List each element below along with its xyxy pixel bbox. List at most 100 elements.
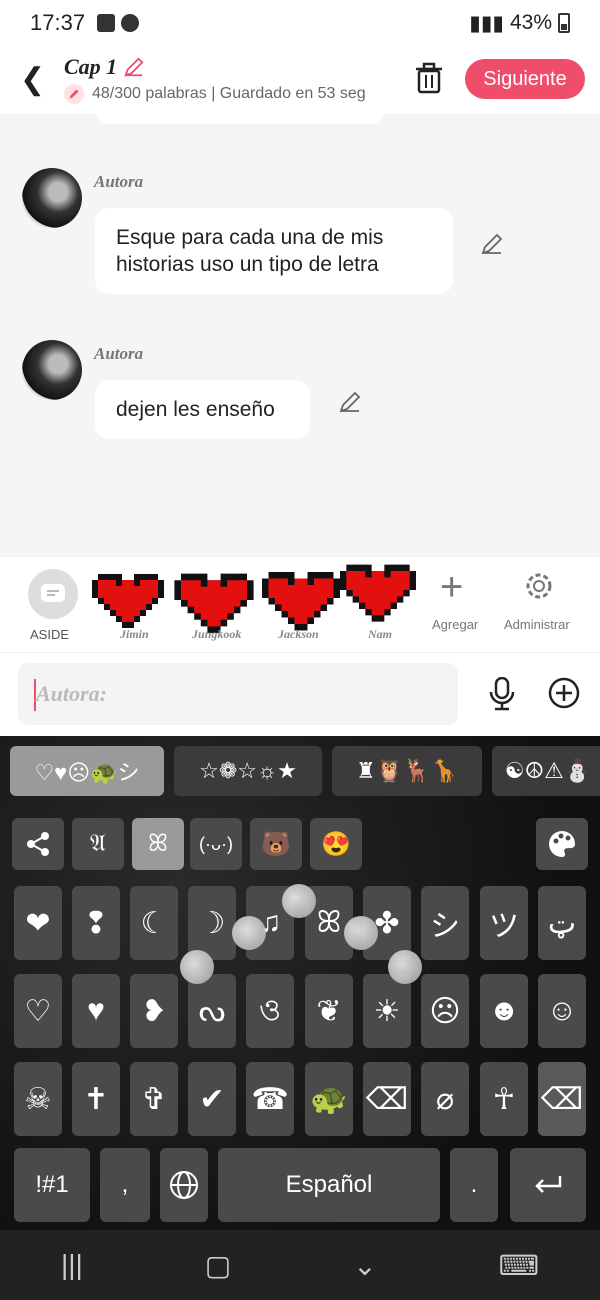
symbol-key[interactable]: ❦	[305, 974, 353, 1048]
avatar[interactable]	[22, 340, 82, 400]
symbol-key[interactable]: ☹	[421, 974, 469, 1048]
chapter-title-block: Cap 1 48/300 palabras | Guardado en 53 s…	[64, 54, 394, 104]
trash-icon[interactable]	[414, 62, 444, 94]
symbols-switch-key[interactable]: !#1	[14, 1148, 90, 1222]
chat-area[interactable]: Autora Esque para cada una de mis histor…	[0, 114, 600, 556]
gear-icon[interactable]	[524, 571, 554, 601]
symbol-key[interactable]: ও	[246, 974, 294, 1048]
signal-icon: ▮▮▮	[469, 11, 504, 35]
message-text: dejen les enseño	[116, 398, 275, 421]
shazam-icon	[121, 14, 140, 32]
gallery-icon	[97, 14, 116, 32]
message-author: Autora	[94, 172, 144, 191]
message-input-bar: Autora:	[0, 652, 600, 736]
edit-title-icon[interactable]	[123, 56, 145, 78]
symbol-key[interactable]: ☻	[480, 974, 528, 1048]
globe-icon[interactable]	[160, 1148, 208, 1222]
status-time: 17:37	[30, 10, 86, 35]
message-bubble[interactable]: dejen les enseño	[95, 380, 310, 439]
back-arrow-icon[interactable]: ❮	[20, 62, 45, 97]
heart-avatar-icon[interactable]	[340, 557, 416, 623]
keyboard-tab[interactable]: ♡♥☹🐢シ	[10, 746, 164, 796]
category-kaomoji-key[interactable]: (·ᴗ·)	[190, 818, 242, 870]
wallpaper-moon	[388, 950, 422, 984]
symbol-key[interactable]: ☎	[246, 1062, 294, 1136]
message-author: Autora	[94, 344, 144, 363]
chapter-title: Cap 1	[64, 54, 118, 79]
battery-icon	[558, 13, 570, 33]
add-character-icon[interactable]: +	[440, 567, 463, 607]
edit-message-icon[interactable]	[480, 232, 504, 256]
microphone-icon[interactable]	[488, 677, 516, 711]
keyboard-tab[interactable]: ♜🦉🦌🦒	[332, 746, 482, 796]
symbol-key[interactable]: ⌫	[363, 1062, 411, 1136]
symbol-key[interactable]: ☽	[188, 886, 236, 960]
status-notification-icons	[97, 14, 140, 32]
symbol-key[interactable]: ♥	[72, 974, 120, 1048]
word-count-pencil-icon	[64, 84, 84, 104]
symbol-key[interactable]: 🐢	[305, 1062, 353, 1136]
heart-avatar-icon[interactable]	[174, 567, 254, 633]
symbol-key[interactable]: ☾	[130, 886, 178, 960]
symbol-key[interactable]: ✝	[72, 1062, 120, 1136]
add-media-icon[interactable]	[548, 677, 580, 709]
message-text-line: Esque para cada una de mis	[116, 226, 384, 249]
symbol-key[interactable]: ☥	[480, 1062, 528, 1136]
symbol-key[interactable]: ❢	[72, 886, 120, 960]
home-icon[interactable]: ▢	[205, 1249, 231, 1282]
character-name: Jungkook	[192, 627, 242, 641]
symbol-key[interactable]: ✞	[130, 1062, 178, 1136]
character-name: Jackson	[278, 627, 319, 641]
category-art-key[interactable]: 🐻	[250, 818, 302, 870]
symbol-key[interactable]: ☺	[538, 974, 586, 1048]
recent-apps-icon[interactable]: |||	[61, 1249, 83, 1281]
symbol-key[interactable]: ⌀	[421, 1062, 469, 1136]
wallpaper-moon	[344, 916, 378, 950]
hide-keyboard-icon[interactable]: ⌄	[353, 1249, 376, 1282]
period-key[interactable]: .	[450, 1148, 498, 1222]
share-icon[interactable]	[12, 818, 64, 870]
enter-icon	[535, 1176, 562, 1193]
symbol-key[interactable]: ☀	[363, 974, 411, 1048]
next-button[interactable]: Siguiente	[465, 59, 585, 99]
status-right: ▮▮▮ 43%	[469, 11, 570, 36]
symbol-key[interactable]: シ	[421, 886, 469, 960]
symbol-key[interactable]: ټ	[538, 886, 586, 960]
wallpaper-moon	[180, 950, 214, 984]
category-symbols-key[interactable]: ꕤ	[132, 818, 184, 870]
previous-message-bubble[interactable]	[96, 114, 384, 124]
symbol-key[interactable]: ✔	[188, 1062, 236, 1136]
symbol-key[interactable]: ❥	[130, 974, 178, 1048]
enter-key[interactable]	[510, 1148, 586, 1222]
keyboard-tab-bar: ♡♥☹🐢シ ☆❁☆☼★ ♜🦉🦌🦒 ☯☮⚠⛄	[10, 746, 600, 796]
aside-button[interactable]	[28, 569, 78, 619]
space-key[interactable]: Español	[218, 1148, 440, 1222]
symbol-key[interactable]: ❤	[14, 886, 62, 960]
backspace-key[interactable]: ⌫	[538, 1062, 586, 1136]
chapter-header: ❮ Cap 1 48/300 palabras | Guardado en 53…	[0, 46, 600, 114]
keyboard-tab[interactable]: ☯☮⚠⛄	[492, 746, 600, 796]
comma-key[interactable]: ,	[100, 1148, 150, 1222]
message-bubble[interactable]: Esque para cada una de mis historias uso…	[95, 208, 453, 294]
word-count-status: 48/300 palabras | Guardado en 53 seg	[92, 85, 366, 102]
speech-bubble-icon	[41, 584, 65, 602]
message-input-placeholder: Autora:	[36, 681, 107, 706]
keyboard-tab[interactable]: ☆❁☆☼★	[174, 746, 322, 796]
avatar[interactable]	[22, 168, 82, 228]
heart-avatar-icon[interactable]	[92, 567, 164, 629]
palette-icon[interactable]	[536, 818, 588, 870]
aside-label: ASIDE	[30, 627, 70, 642]
add-character-label: Agregar	[432, 617, 479, 632]
keyboard-switch-icon[interactable]: ⌨	[499, 1249, 539, 1282]
status-bar: 17:37 ▮▮▮ 43%	[0, 0, 600, 46]
category-fonts-key[interactable]: 𝔄	[72, 818, 124, 870]
category-emoji-key[interactable]: 😍	[310, 818, 362, 870]
symbol-key[interactable]: ☠	[14, 1062, 62, 1136]
heart-avatar-icon[interactable]	[262, 565, 340, 631]
symbol-key[interactable]: ツ	[480, 886, 528, 960]
symbol-key[interactable]: ᔓ	[188, 974, 236, 1048]
symbol-key[interactable]: ♡	[14, 974, 62, 1048]
system-navigation-bar: ||| ▢ ⌄ ⌨	[0, 1230, 600, 1300]
manage-characters-label: Administrar	[504, 617, 570, 632]
edit-message-icon[interactable]	[338, 390, 362, 414]
